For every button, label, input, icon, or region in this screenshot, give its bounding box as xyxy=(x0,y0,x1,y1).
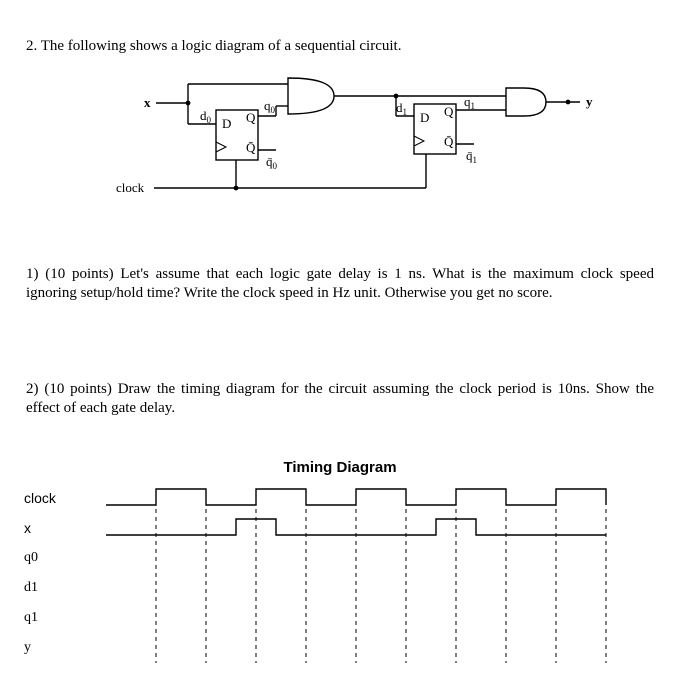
timing-label: d1 xyxy=(24,579,82,597)
label-x: x xyxy=(144,95,151,110)
ff0-Q: Q xyxy=(246,110,256,125)
timing-label: clock xyxy=(24,489,82,507)
ff1-Q: Q xyxy=(444,104,454,119)
timing-row-q1: q1 xyxy=(86,603,646,633)
timing-label: q1 xyxy=(24,609,82,627)
timing-label: q0 xyxy=(24,549,82,567)
ff1-Qbar: Q̄ xyxy=(444,134,454,149)
timing-label: y xyxy=(24,639,82,657)
timing-label: x xyxy=(24,519,82,537)
label-q0bar: q̄0 xyxy=(266,154,278,171)
ff1-d: d1 xyxy=(396,100,407,117)
label-q0: q0 xyxy=(264,98,276,115)
prompt-header: 2. The following shows a logic diagram o… xyxy=(26,37,654,57)
timing-diagram: clock x q0 d1 q1 y xyxy=(86,483,646,663)
ff0-D: D xyxy=(222,116,231,131)
timing-row-q0: q0 xyxy=(86,543,646,573)
timing-row-y: y xyxy=(86,633,646,663)
timing-row-x: x xyxy=(86,513,646,543)
label-clock: clock xyxy=(116,180,145,195)
ff0-d: d0 xyxy=(200,108,212,125)
timing-title: Timing Diagram xyxy=(26,458,654,478)
logic-circuit-diagram: x D Q Q̄ d0 q0 q̄0 d1 xyxy=(36,72,656,222)
question-part1: 1) (10 points) Let's assume that each lo… xyxy=(26,265,654,304)
timing-row-clock: clock xyxy=(86,483,646,513)
ff1-D: D xyxy=(420,110,429,125)
label-y: y xyxy=(586,94,593,109)
timing-row-d1: d1 xyxy=(86,573,646,603)
label-q1bar: q̄1 xyxy=(466,148,477,165)
ff0-Qbar: Q̄ xyxy=(246,140,256,155)
question-part2: 2) (10 points) Draw the timing diagram f… xyxy=(26,380,654,419)
